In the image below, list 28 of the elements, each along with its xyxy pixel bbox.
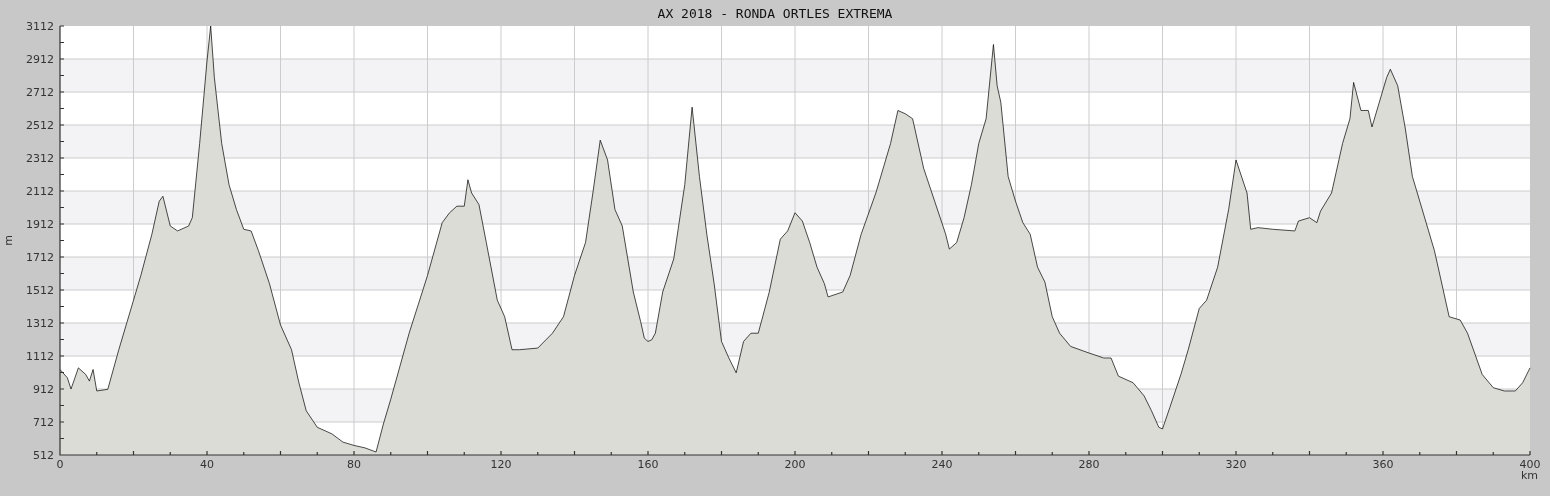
y-tick-label: 2312 <box>26 152 54 165</box>
y-tick-label: 912 <box>33 383 54 396</box>
y-tick-label: 2912 <box>26 53 54 66</box>
y-tick-label: 2512 <box>26 119 54 132</box>
x-tick-label: 0 <box>56 458 64 471</box>
x-tick-label: 400 <box>1519 458 1541 471</box>
y-tick-label: 1112 <box>26 350 54 363</box>
y-tick-label: 1712 <box>26 251 54 264</box>
y-tick-label: 712 <box>33 416 54 429</box>
y-tick-label: 1912 <box>26 218 54 231</box>
y-tick-label: 1312 <box>26 317 54 330</box>
x-tick-label: 40 <box>200 458 214 471</box>
y-tick-label: 512 <box>33 449 54 462</box>
chart-title: AX 2018 - RONDA ORTLES EXTREMA <box>657 6 893 21</box>
x-tick-label: 160 <box>637 458 659 471</box>
x-axis-label: km <box>1521 469 1539 482</box>
x-tick-label: 200 <box>784 458 806 471</box>
x-tick-label: 320 <box>1225 458 1247 471</box>
x-tick-label: 80 <box>347 458 361 471</box>
x-tick-label: 280 <box>1078 458 1100 471</box>
y-tick-label: 1512 <box>26 284 54 297</box>
y-tick-label: 2112 <box>26 185 54 198</box>
y-tick-label: 2712 <box>26 86 54 99</box>
y-tick-label: 3112 <box>26 20 54 33</box>
x-tick-label: 120 <box>490 458 512 471</box>
y-axis-label: m <box>2 235 15 246</box>
x-tick-label: 360 <box>1372 458 1394 471</box>
x-tick-label: 240 <box>931 458 953 471</box>
